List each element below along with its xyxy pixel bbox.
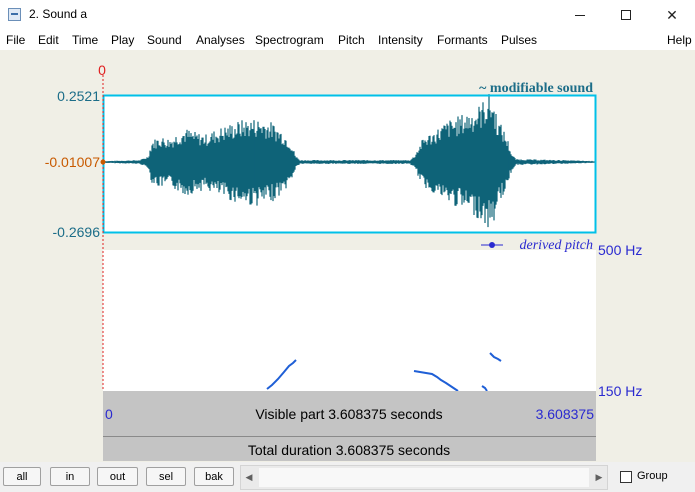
visible-start-label: 0 <box>105 406 113 422</box>
bottom-controls: all in out sel bak ◀ ▶ Group <box>0 462 695 492</box>
visible-part-label: Visible part 3.608375 seconds <box>255 406 442 422</box>
menu-bar: File Edit Time Play Sound Analyses Spect… <box>0 30 695 50</box>
zoom-back-button[interactable]: bak <box>194 467 234 486</box>
scroll-right-arrow-icon[interactable]: ▶ <box>591 466 607 489</box>
level-marker-dot <box>100 159 106 165</box>
wave-max-label: 0.2521 <box>57 88 100 104</box>
menu-spectrogram[interactable]: Spectrogram <box>255 33 324 47</box>
pitch-legend-dot <box>489 242 495 248</box>
zoom-all-button[interactable]: all <box>3 467 41 486</box>
editor-canvas[interactable]: 0 0.2521 -0.01007 -0.2696 ~ modifiable s… <box>0 50 695 462</box>
menu-intensity[interactable]: Intensity <box>378 33 423 47</box>
app-icon <box>8 8 21 21</box>
scrollbar-thumb[interactable] <box>259 468 589 487</box>
pitch-label: derived pitch <box>520 238 593 253</box>
pitch-panel[interactable] <box>103 250 596 391</box>
close-button[interactable]: ✕ <box>649 0 695 30</box>
group-label: Group <box>637 470 668 482</box>
title-bar: 2. Sound a ✕ <box>0 0 695 30</box>
maximize-button[interactable] <box>603 0 649 30</box>
menu-edit[interactable]: Edit <box>38 33 59 47</box>
sound-label: ~ modifiable sound <box>479 81 593 96</box>
group-checkbox[interactable] <box>620 471 632 483</box>
menu-help[interactable]: Help <box>667 33 692 47</box>
menu-sound[interactable]: Sound <box>147 33 182 47</box>
wave-min-label: -0.2696 <box>53 224 101 240</box>
cursor-time-label: 0 <box>98 62 106 78</box>
scroll-left-arrow-icon[interactable]: ◀ <box>241 466 257 489</box>
menu-pulses[interactable]: Pulses <box>501 33 537 47</box>
minimize-button[interactable] <box>557 0 603 30</box>
pitch-bottom-label: 150 Hz <box>598 383 642 399</box>
menu-formants[interactable]: Formants <box>437 33 488 47</box>
total-duration-label: Total duration 3.608375 seconds <box>248 442 450 458</box>
zoom-sel-button[interactable]: sel <box>146 467 186 486</box>
menu-analyses[interactable]: Analyses <box>196 33 245 47</box>
maximize-icon <box>621 10 631 20</box>
menu-pitch[interactable]: Pitch <box>338 33 365 47</box>
time-scrollbar[interactable]: ◀ ▶ <box>240 465 608 490</box>
close-icon: ✕ <box>666 6 678 23</box>
window-title: 2. Sound a <box>29 7 88 21</box>
pitch-top-label: 500 Hz <box>598 242 642 258</box>
menu-file[interactable]: File <box>6 33 25 47</box>
wave-level-label: -0.01007 <box>45 154 100 170</box>
sound-editor-area[interactable]: 0 0.2521 -0.01007 -0.2696 ~ modifiable s… <box>0 50 695 462</box>
zoom-out-button[interactable]: out <box>97 467 138 486</box>
menu-play[interactable]: Play <box>111 33 134 47</box>
minimize-icon <box>575 14 585 16</box>
visible-end-label: 3.608375 <box>536 406 595 422</box>
zoom-in-button[interactable]: in <box>50 467 90 486</box>
menu-time[interactable]: Time <box>72 33 98 47</box>
